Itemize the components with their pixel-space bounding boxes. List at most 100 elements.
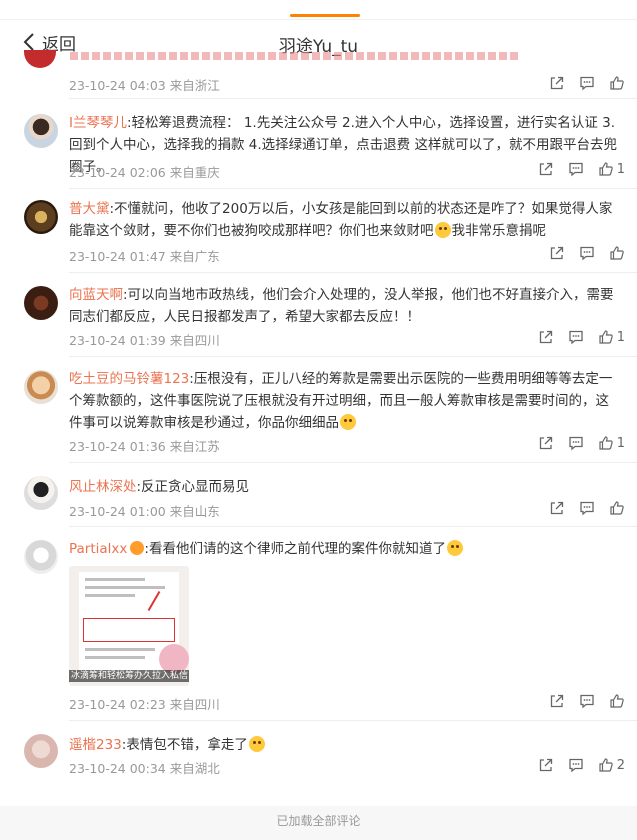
divider [69, 462, 637, 463]
comment-button[interactable] [568, 757, 584, 773]
comment-actions [535, 693, 625, 709]
like-button[interactable]: 1 [598, 329, 625, 345]
comment-time: 23-10-24 01:39 [69, 333, 166, 348]
avatar[interactable] [24, 200, 58, 234]
comment-button[interactable] [568, 329, 584, 345]
comment-icon [569, 162, 583, 177]
comment-actions [535, 75, 625, 91]
comment-item: 23-10-24 04:03 来自浙江 [0, 50, 637, 99]
avatar[interactable] [24, 286, 58, 320]
share-button[interactable] [538, 757, 554, 773]
like-button[interactable] [609, 75, 625, 91]
emoji-icon [434, 222, 451, 238]
divider [69, 188, 637, 189]
like-button[interactable]: 2 [598, 757, 625, 773]
comment-time: 23-10-24 04:03 [69, 78, 166, 93]
avatar[interactable] [24, 114, 58, 148]
comment-username[interactable]: Partialxx [69, 541, 127, 557]
comment-time: 23-10-24 00:34 [69, 761, 166, 776]
share-button[interactable] [538, 161, 554, 177]
like-count: 1 [616, 161, 625, 177]
comment-actions: 2 [524, 757, 625, 773]
thumbs-up-icon [599, 758, 613, 772]
share-button[interactable] [549, 500, 565, 516]
emoji-icon [248, 736, 265, 752]
share-button[interactable] [549, 693, 565, 709]
like-button[interactable]: 1 [598, 435, 625, 451]
comment-icon [569, 436, 583, 451]
avatar[interactable] [24, 476, 58, 510]
thumbs-up-icon [610, 76, 624, 90]
comment-icon [569, 758, 583, 773]
comment-body: 普大黛:不懂就问，他收了200万以后，小女孩是能回到以前的状态还是咋了？如果觉得… [69, 198, 617, 242]
comment-username[interactable]: 遥楷233 [69, 737, 122, 753]
comment-actions: 1 [524, 435, 625, 451]
share-button[interactable] [549, 245, 565, 261]
comment-username[interactable]: 吃土豆的马铃薯123 [69, 371, 189, 387]
like-button[interactable] [609, 500, 625, 516]
comment-button[interactable] [579, 245, 595, 261]
comment-time: 23-10-24 01:36 [69, 439, 166, 454]
comment-text: :可以向当地市政热线，他们会介入处理的，没人举报，他们也不好直接介入，需要同志们… [69, 287, 614, 325]
like-button[interactable] [609, 693, 625, 709]
share-icon [550, 694, 564, 708]
share-icon [539, 330, 552, 344]
comment-meta: 23-10-24 00:34 来自湖北 [69, 758, 220, 777]
comment-username[interactable]: 向蓝天啊 [69, 287, 123, 303]
top-strip [0, 0, 637, 20]
tab-indicator [290, 14, 360, 17]
comment-icon [580, 501, 594, 516]
avatar[interactable] [24, 50, 56, 68]
comment-icon [580, 246, 594, 261]
like-count: 1 [616, 435, 625, 451]
share-icon [539, 436, 552, 450]
comment-button[interactable] [579, 500, 595, 516]
comment-time: 23-10-24 02:23 [69, 697, 166, 712]
comment-button[interactable] [579, 693, 595, 709]
share-icon [550, 246, 564, 260]
comment-username[interactable]: 风止林深处 [69, 479, 137, 495]
share-button[interactable] [538, 435, 554, 451]
comment-text-tail: 我非常乐意捐呢 [451, 223, 547, 239]
like-count: 1 [616, 329, 625, 345]
emoji-icon [446, 540, 463, 556]
thumbs-up-icon [599, 330, 613, 344]
comment-text: :表情包不错，拿走了 [121, 737, 248, 753]
avatar[interactable] [24, 734, 58, 768]
comment-body: 遥楷233:表情包不错，拿走了 [69, 734, 617, 756]
comment-icon [580, 76, 594, 91]
comment-username[interactable]: I兰琴琴儿 [69, 115, 127, 131]
share-button[interactable] [538, 329, 554, 345]
comment-meta: 23-10-24 02:23 来自四川 [69, 694, 220, 713]
thumbs-up-icon [599, 436, 613, 450]
avatar[interactable] [24, 540, 58, 574]
divider [69, 356, 637, 357]
comment-actions: 1 [524, 329, 625, 345]
like-button[interactable]: 1 [598, 161, 625, 177]
share-button[interactable] [549, 75, 565, 91]
share-icon [539, 162, 552, 176]
comment-meta: 23-10-24 01:47 来自广东 [69, 246, 220, 265]
like-button[interactable] [609, 245, 625, 261]
comment-button[interactable] [568, 435, 584, 451]
comment-image[interactable]: 冰滴筹和轻松筹办久拉入私信 [69, 566, 189, 686]
comment-text-cut [70, 52, 520, 60]
comment-button[interactable] [579, 75, 595, 91]
divider [69, 98, 637, 99]
comment-meta: 23-10-24 02:06 来自重庆 [69, 162, 220, 181]
comment-body: 吃土豆的马铃薯123:压根没有，正儿八经的筹款是需要出示医院的一些费用明细等等去… [69, 368, 617, 434]
comment-body: Partialxx :看看他们请的这个律师之前代理的案件你就知道了 [69, 538, 617, 560]
comment-location: 来自重庆 [169, 165, 220, 180]
like-count: 2 [616, 757, 625, 773]
vip-badge-icon [130, 541, 145, 555]
comment-button[interactable] [568, 161, 584, 177]
thumbs-up-icon [610, 694, 624, 708]
emoji-icon [340, 414, 356, 430]
comment-text: :反正贪心显而易见 [136, 479, 250, 495]
comment-icon [580, 694, 594, 709]
divider [69, 272, 637, 273]
avatar[interactable] [24, 370, 58, 404]
comment-text: :看看他们请的这个律师之前代理的案件你就知道了 [144, 541, 446, 557]
comment-username[interactable]: 普大黛 [69, 201, 110, 217]
thumbs-up-icon [610, 246, 624, 260]
